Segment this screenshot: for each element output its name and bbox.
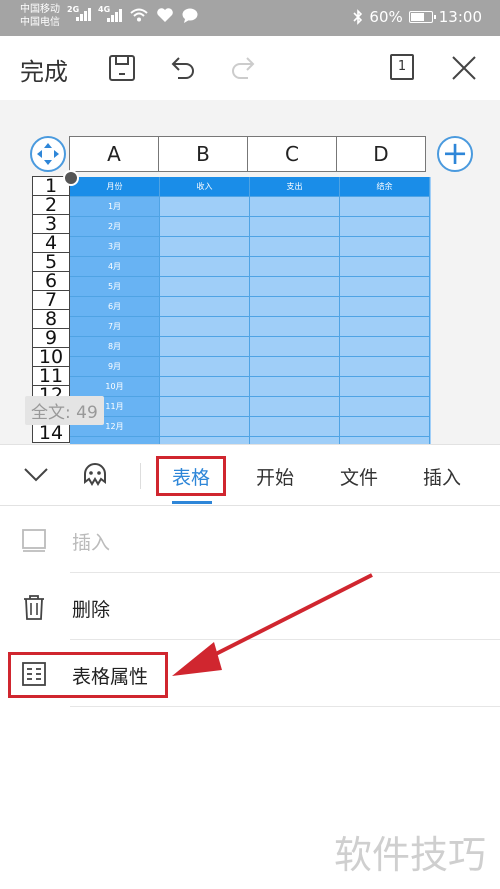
watermark: 软件技巧 [333,833,486,877]
annotation-arrow-icon [172,573,373,676]
